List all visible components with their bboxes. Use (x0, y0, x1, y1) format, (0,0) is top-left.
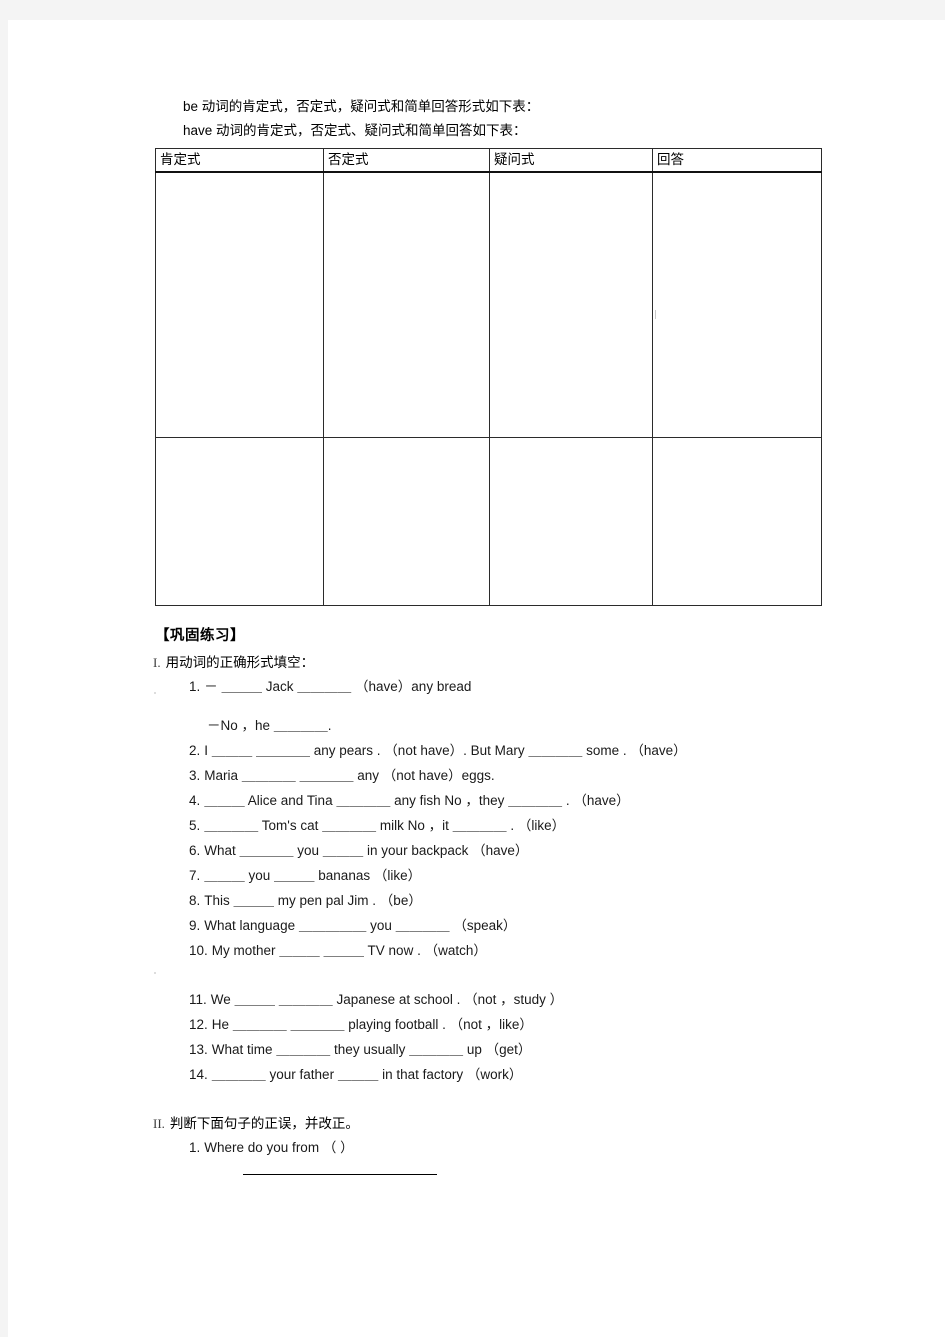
item-number: 4. (189, 792, 201, 808)
list-item: －No ，he ＿＿＿＿. (189, 713, 827, 738)
item-number: 14. (189, 1066, 208, 1082)
practice-section-heading: 【巩固练习】 (155, 626, 245, 644)
scan-noise (154, 692, 156, 694)
item-number: 8. (189, 892, 201, 908)
answer-write-in-rule[interactable] (243, 1173, 437, 1175)
list-item: 8. This ＿＿＿ my pen pal Jim . （be） (189, 888, 827, 913)
table-cell (323, 436, 490, 606)
table-cell (652, 171, 822, 438)
scan-artifact-mark (655, 310, 656, 319)
table-header-answer: 回答 (652, 148, 822, 173)
item-text: － ＿＿＿ Jack ＿＿＿＿ （have）any bread (204, 678, 472, 694)
section-judge-correct: II. 判断下面句子的正误，并改正。 1. Where do you from （ … (147, 1113, 827, 1175)
table-header-interrogative: 疑问式 (489, 148, 653, 173)
list-item: 1. － ＿＿＿ Jack ＿＿＿＿ （have）any bread (189, 674, 827, 699)
section-fill-in-blanks: I. 用动词的正确形式填空： 1. － ＿＿＿ Jack ＿＿＿＿ （have）an… (147, 652, 827, 1087)
document-content: be 动词的肯定式，否定式，疑问式和简单回答形式如下表： have 动词的肯定式… (147, 95, 827, 1175)
list-item: 7. ＿＿＿ you ＿＿＿ bananas （like） (189, 863, 827, 888)
item-number: 3. (189, 767, 201, 783)
item-number: 11. (189, 991, 207, 1007)
item-text: We ＿＿＿ ＿＿＿＿ Japanese at school . （not ，s… (210, 991, 564, 1007)
list-item: 2. I ＿＿＿ ＿＿＿＿ any pears . （not have）. But… (189, 738, 827, 763)
list-item: 9. What language ＿＿＿＿＿ you ＿＿＿＿ （speak） (189, 913, 827, 938)
item-number: 2. (189, 742, 201, 758)
table-cell (323, 171, 490, 438)
table-header-negative: 否定式 (323, 148, 490, 173)
section-title: I. 用动词的正确形式填空： (153, 652, 827, 674)
table-header-row: 肯定式 否定式 疑问式 回答 (155, 148, 822, 173)
scan-noise (154, 972, 156, 974)
table-cell (652, 436, 822, 606)
table-cell (155, 436, 324, 606)
item-number: 5. (189, 817, 201, 833)
exercise-list: 1. Where do you from （ ） (153, 1135, 827, 1175)
item-text: Maria ＿＿＿＿ ＿＿＿＿ any （not have）eggs. (204, 767, 495, 783)
section-title: II. 判断下面句子的正误，并改正。 (153, 1113, 827, 1135)
list-item: 11. We ＿＿＿ ＿＿＿＿ Japanese at school . （not… (189, 987, 827, 1012)
table-row (155, 436, 822, 606)
list-item: 14. ＿＿＿＿ your father ＿＿＿ in that factory … (189, 1062, 827, 1087)
item-number: 9. (189, 917, 201, 933)
section-title-text: 用动词的正确形式填空： (165, 654, 315, 670)
list-item: 6. What ＿＿＿＿ you ＿＿＿ in your backpack （ha… (189, 838, 827, 863)
section-numeral: I. (153, 654, 161, 670)
item-text: This ＿＿＿ my pen pal Jim . （be） (204, 892, 422, 908)
item-text: What time ＿＿＿＿ they usually ＿＿＿＿ up （get… (211, 1041, 532, 1057)
list-item: 13. What time ＿＿＿＿ they usually ＿＿＿＿ up （… (189, 1037, 827, 1062)
item-text: What ＿＿＿＿ you ＿＿＿ in your backpack （have… (204, 842, 529, 858)
list-item: 10. My mother ＿＿＿ ＿＿＿ TV now . （watch） (189, 938, 827, 963)
table-cell (489, 171, 653, 438)
item-text: ＿＿＿ you ＿＿＿ bananas （like） (204, 867, 422, 883)
item-number: 1. (189, 678, 201, 694)
exercise-list: 1. － ＿＿＿ Jack ＿＿＿＿ （have）any bread －No ，h… (153, 674, 827, 1087)
item-text: ＿＿＿ Alice and Tina ＿＿＿＿ any fish No ，the… (204, 792, 630, 808)
item-number: 6. (189, 842, 201, 858)
item-text: －No ，he ＿＿＿＿. (207, 717, 332, 733)
item-text: Where do you from （ ） (204, 1139, 354, 1155)
item-text: My mother ＿＿＿ ＿＿＿ TV now . （watch） (211, 942, 487, 958)
list-item: 3. Maria ＿＿＿＿ ＿＿＿＿ any （not have）eggs. (189, 763, 827, 788)
item-text: I ＿＿＿ ＿＿＿＿ any pears . （not have）. But M… (204, 742, 687, 758)
section-numeral: II. (153, 1115, 165, 1131)
item-number: 10. (189, 942, 208, 958)
item-number: 12. (189, 1016, 208, 1032)
table-cell (155, 171, 324, 438)
grammar-table: 肯定式 否定式 疑问式 回答 (155, 148, 822, 606)
item-number: 1. (189, 1139, 201, 1155)
table-cell (489, 436, 653, 606)
document-page: be 动词的肯定式，否定式，疑问式和简单回答形式如下表： have 动词的肯定式… (8, 20, 945, 1337)
list-item: 4. ＿＿＿ Alice and Tina ＿＿＿＿ any fish No ，t… (189, 788, 827, 813)
item-number: 7. (189, 867, 201, 883)
list-item: 1. Where do you from （ ） (189, 1135, 827, 1160)
item-number: 13. (189, 1041, 208, 1057)
item-text: He ＿＿＿＿ ＿＿＿＿ playing football . （not ，li… (211, 1016, 533, 1032)
item-text: ＿＿＿＿ your father ＿＿＿ in that factory （wo… (211, 1066, 523, 1082)
list-item: 5. ＿＿＿＿ Tom's cat ＿＿＿＿ milk No ，it ＿＿＿＿ .… (189, 813, 827, 838)
intro-line-be: be 动词的肯定式，否定式，疑问式和简单回答形式如下表： (183, 99, 540, 114)
section-title-text: 判断下面句子的正误，并改正。 (169, 1115, 359, 1131)
item-text: What language ＿＿＿＿＿ you ＿＿＿＿ （speak） (204, 917, 517, 933)
item-text: ＿＿＿＿ Tom's cat ＿＿＿＿ milk No ，it ＿＿＿＿ . （… (204, 817, 566, 833)
table-row (155, 171, 822, 438)
table-header-affirmative: 肯定式 (155, 148, 324, 173)
intro-line-have: have 动词的肯定式，否定式、疑问式和简单回答如下表： (183, 123, 527, 138)
list-item: 12. He ＿＿＿＿ ＿＿＿＿ playing football . （not … (189, 1012, 827, 1037)
